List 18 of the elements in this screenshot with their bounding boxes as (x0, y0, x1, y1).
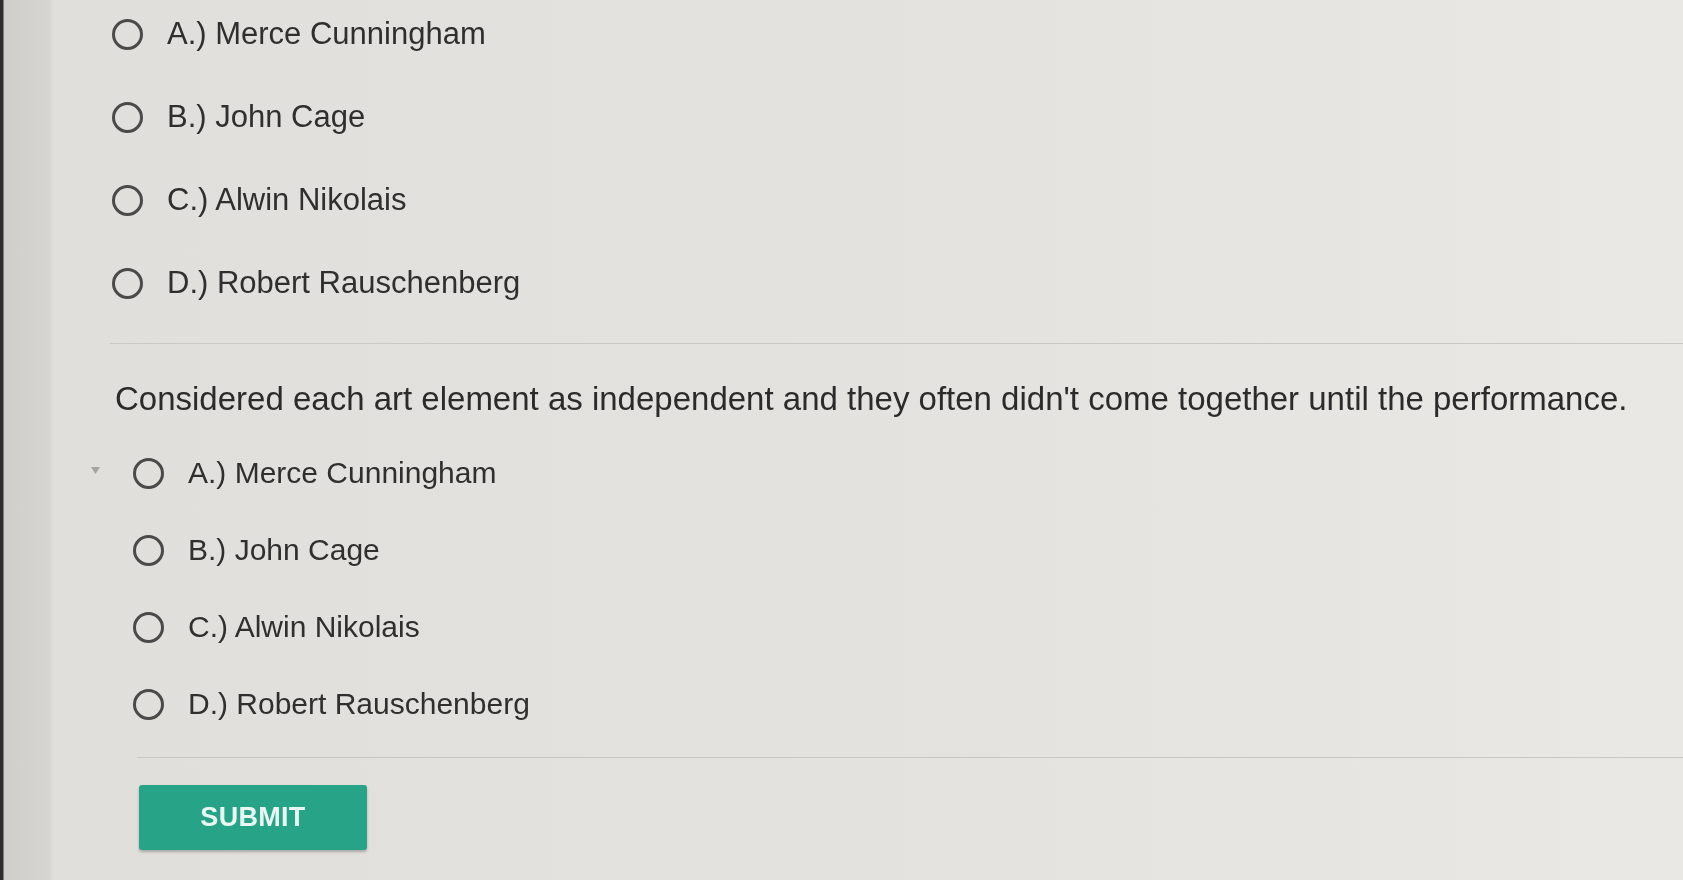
option-label[interactable]: D.) Robert Rauschenberg (188, 684, 530, 724)
radio-button[interactable] (112, 267, 143, 299)
option-label[interactable]: A.) Merce Cunningham (188, 453, 497, 493)
radio-button[interactable] (112, 18, 143, 50)
radio-button[interactable] (112, 101, 143, 133)
radio-button[interactable] (112, 184, 143, 216)
option-label[interactable]: C.) Alwin Nikolais (167, 180, 407, 220)
radio-button[interactable] (133, 457, 164, 489)
option-label[interactable]: B.) John Cage (167, 97, 366, 137)
radio-button[interactable] (133, 688, 164, 720)
question-text: Considered each art element as independent and they often didn't come together until the performance. (115, 379, 1628, 419)
radio-button[interactable] (133, 534, 164, 566)
triangle-icon (91, 467, 100, 474)
option-label[interactable]: A.) Merce Cunningham (167, 14, 486, 54)
option-label[interactable]: C.) Alwin Nikolais (188, 607, 420, 647)
radio-button[interactable] (133, 611, 164, 643)
option-label[interactable]: B.) John Cage (188, 530, 380, 570)
option-label[interactable]: D.) Robert Rauschenberg (167, 263, 521, 303)
